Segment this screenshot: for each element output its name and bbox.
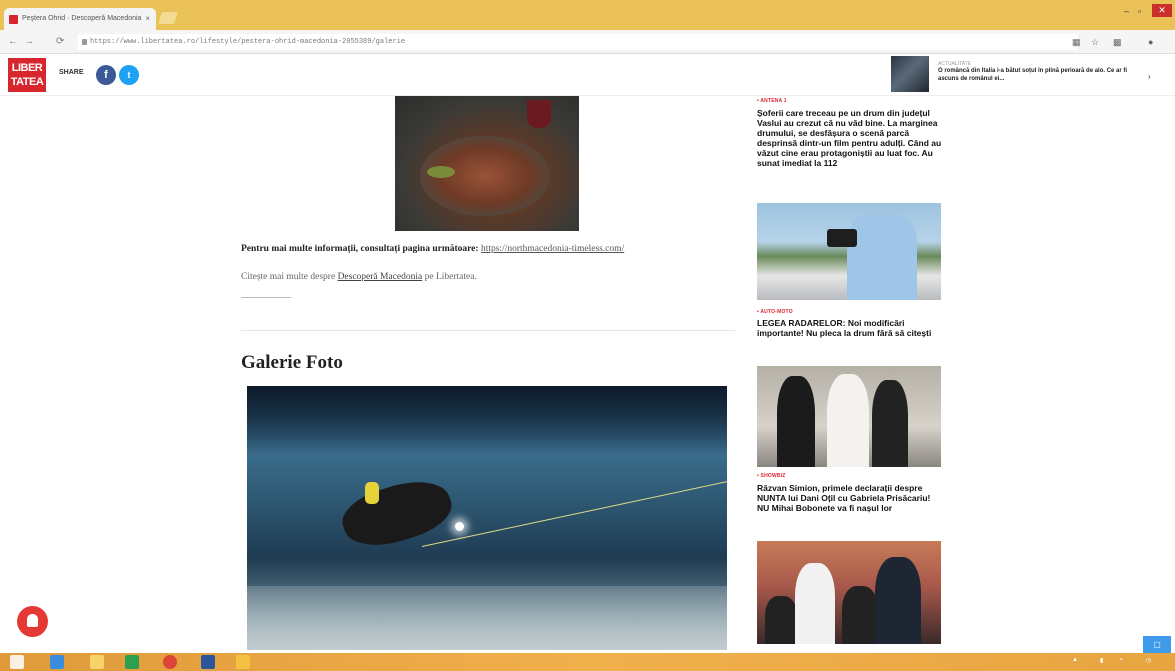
person-shape xyxy=(872,380,908,467)
read-more-prefix: Citește mai multe despre xyxy=(241,272,336,282)
network-icon[interactable]: ▮ xyxy=(1100,657,1103,664)
url-text: https://www.libertatea.ro/lifestyle/pest… xyxy=(90,38,406,46)
sidebar-kicker-2[interactable]: • AUTO-MOTO xyxy=(757,309,793,315)
radar-gun-shape xyxy=(827,229,857,247)
cave-ceiling-shape xyxy=(247,386,727,456)
bride-shape xyxy=(827,374,869,467)
sidebar-kicker-1[interactable]: • ANTENA 1 xyxy=(757,98,787,104)
back-icon[interactable]: ← xyxy=(8,36,18,47)
chat-widget-button[interactable]: ▢ xyxy=(1143,636,1171,654)
file-explorer-icon[interactable] xyxy=(90,655,104,669)
article-food-image xyxy=(395,96,579,231)
libertatea-logo[interactable]: LIBER TATEA xyxy=(8,58,46,92)
close-window-icon[interactable]: ✕ xyxy=(1152,4,1172,17)
browser-tab[interactable]: Peştera Ohrid · Descoperă Macedonia × xyxy=(4,8,156,30)
twitter-share-button[interactable]: t xyxy=(119,65,139,85)
diver-shape xyxy=(336,470,458,557)
section-divider xyxy=(241,330,735,331)
address-bar-row: ← → ⟳ https://www.libertatea.ro/lifestyl… xyxy=(0,30,1175,54)
share-label: SHARE xyxy=(59,69,84,76)
sidebar-image-police-radar[interactable] xyxy=(757,203,941,300)
account-icon[interactable]: ● xyxy=(1148,37,1153,47)
logo-line-1: LIBER xyxy=(11,62,43,74)
more-info-line: Pentru mai multe informații, consultați … xyxy=(241,244,624,254)
short-divider xyxy=(241,297,291,298)
cave-floor-shape xyxy=(247,586,727,650)
sidebar-headline-2[interactable]: LEGEA RADARELOR: Noi modificări importan… xyxy=(757,318,942,338)
sidebar-headline-1[interactable]: Șoferii care treceau pe un drum din jude… xyxy=(757,108,942,168)
promo-headline[interactable]: O româncă din Italia i-a bătut soțul în … xyxy=(938,67,1143,83)
facebook-share-button[interactable]: f xyxy=(96,65,116,85)
officer-shape xyxy=(847,215,917,300)
new-tab-button[interactable] xyxy=(158,12,178,24)
notification-bell-icon[interactable] xyxy=(17,606,48,637)
start-icon[interactable] xyxy=(10,655,24,669)
ie-icon[interactable] xyxy=(50,655,64,669)
os-taskbar: ▲ ▮ ▪ ◷ xyxy=(0,653,1175,671)
read-more-suffix: pe Libertatea. xyxy=(424,272,477,282)
guideline-shape xyxy=(421,479,727,547)
sidebar-kicker-3[interactable]: • SHOWBIZ xyxy=(757,473,786,479)
clock-icon[interactable]: ◷ xyxy=(1146,657,1151,664)
more-info-prefix: Pentru mai multe informații, consultați … xyxy=(241,244,479,254)
person-shape xyxy=(795,563,835,644)
chrome-icon[interactable] xyxy=(163,655,177,669)
official-site-link[interactable]: https://northmacedonia-timeless.com/ xyxy=(481,244,624,254)
wine-glass-shape xyxy=(527,100,551,128)
store-icon[interactable] xyxy=(125,655,139,669)
star-icon[interactable]: ☆ xyxy=(1091,37,1099,48)
tab-title: Peştera Ohrid · Descoperă Macedonia xyxy=(22,15,142,22)
word-icon[interactable] xyxy=(201,655,215,669)
extensions-icon[interactable]: ▩ xyxy=(1113,37,1122,48)
tray-arrow-icon[interactable]: ▲ xyxy=(1072,657,1078,663)
gallery-cave-diver-image[interactable] xyxy=(247,386,727,650)
chevron-right-icon[interactable]: › xyxy=(1148,72,1151,81)
person-shape xyxy=(875,557,921,644)
tank-shape xyxy=(365,482,379,504)
lock-icon xyxy=(82,39,87,45)
read-more-line: Citește mai multe despre Descoperă Maced… xyxy=(241,272,477,282)
sidebar-image-group-photo[interactable] xyxy=(757,541,941,644)
person-shape xyxy=(842,586,878,644)
minimize-icon[interactable]: – xyxy=(1124,6,1129,16)
site-header: LIBER TATEA SHARE f t ACTUALITATE O româ… xyxy=(0,54,1175,96)
translate-icon[interactable]: ▦ xyxy=(1072,37,1081,48)
browser-tab-strip: Peştera Ohrid · Descoperă Macedonia × – … xyxy=(0,0,1175,30)
language-icon[interactable]: ▪ xyxy=(1120,657,1122,663)
person-shape xyxy=(777,376,815,467)
tab-close-icon[interactable]: × xyxy=(145,14,150,23)
gallery-title: Galerie Foto xyxy=(241,352,343,373)
dive-light-shape xyxy=(455,522,464,531)
maximize-icon[interactable]: ▫ xyxy=(1138,6,1141,16)
site-favicon-icon xyxy=(9,15,18,24)
forward-icon[interactable]: → xyxy=(24,36,34,47)
app-icon[interactable] xyxy=(236,655,250,669)
logo-line-2: TATEA xyxy=(10,76,44,88)
sidebar-headline-3[interactable]: Răzvan Simion, primele declarații despre… xyxy=(757,483,942,513)
url-input[interactable]: https://www.libertatea.ro/lifestyle/pest… xyxy=(78,34,1078,50)
sidebar-image-wedding[interactable] xyxy=(757,366,941,467)
reload-icon[interactable]: ⟳ xyxy=(56,36,64,47)
person-shape xyxy=(765,596,797,644)
discover-macedonia-link[interactable]: Descoperă Macedonia xyxy=(338,272,423,282)
promo-thumbnail[interactable] xyxy=(891,56,929,92)
herb-shape xyxy=(427,166,455,178)
